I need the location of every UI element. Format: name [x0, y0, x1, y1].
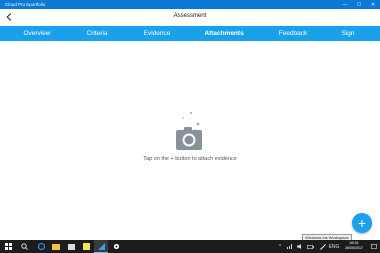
tab-evidence[interactable]: Evidence — [144, 26, 171, 41]
windows-logo-icon — [4, 243, 12, 250]
action-center-icon[interactable] — [369, 240, 379, 253]
close-button[interactable]: ✕ — [366, 0, 380, 9]
volume-icon[interactable] — [296, 240, 304, 253]
app-title: Cloud Pro Eportfolio — [5, 2, 46, 7]
network-icon[interactable] — [286, 240, 294, 253]
tab-sign[interactable]: Sign — [341, 26, 354, 41]
camera-icon — [176, 112, 202, 150]
battery-icon[interactable] — [306, 240, 314, 253]
notes-taskbar-button[interactable] — [79, 240, 93, 253]
tab-attachments[interactable]: Attachments — [204, 26, 243, 41]
app-window: Cloud Pro Eportfolio — ☐ ✕ Assessment Ov… — [0, 0, 380, 253]
maximize-button[interactable]: ☐ — [352, 0, 366, 9]
app-icon — [97, 242, 105, 250]
gear-icon — [113, 243, 119, 250]
page-title: Assessment — [173, 13, 207, 19]
store-icon — [67, 244, 75, 250]
start-button[interactable] — [1, 240, 15, 253]
tab-bar: Overview Criteria Evidence Attachments F… — [0, 26, 380, 41]
search-taskbar-button[interactable] — [17, 240, 31, 253]
edge-taskbar-button[interactable] — [34, 240, 48, 253]
minimize-button[interactable]: — — [338, 0, 352, 9]
taskbar-clock[interactable]: 08:34 26/05/2017 — [340, 241, 368, 251]
explorer-taskbar-button[interactable] — [49, 240, 63, 253]
store-taskbar-button[interactable] — [64, 240, 78, 253]
plus-icon: + — [357, 215, 367, 231]
edge-icon — [37, 243, 45, 250]
search-icon — [20, 243, 28, 250]
app-taskbar-button[interactable] — [94, 240, 108, 253]
settings-taskbar-button[interactable] — [109, 240, 123, 253]
window-title-bar: Cloud Pro Eportfolio — ☐ ✕ — [0, 0, 380, 9]
app-header: Assessment — [0, 9, 380, 26]
folder-icon — [52, 243, 60, 250]
clock-date: 26/05/2017 — [345, 246, 363, 250]
tab-feedback[interactable]: Feedback — [279, 26, 308, 41]
add-attachment-button[interactable]: + — [352, 213, 372, 233]
chevron-up-icon[interactable]: ^ — [276, 240, 284, 253]
tab-criteria[interactable]: Criteria — [87, 26, 108, 41]
empty-state-message: Tap on the + button to attach evidence — [143, 156, 237, 162]
sticky-note-icon — [82, 243, 90, 250]
windows-ink-icon[interactable] — [318, 240, 328, 253]
language-indicator[interactable]: ENG — [329, 240, 340, 253]
taskbar: ^ ENG 08:34 26/05/2017 — [0, 240, 380, 253]
tab-overview[interactable]: Overview — [23, 26, 50, 41]
